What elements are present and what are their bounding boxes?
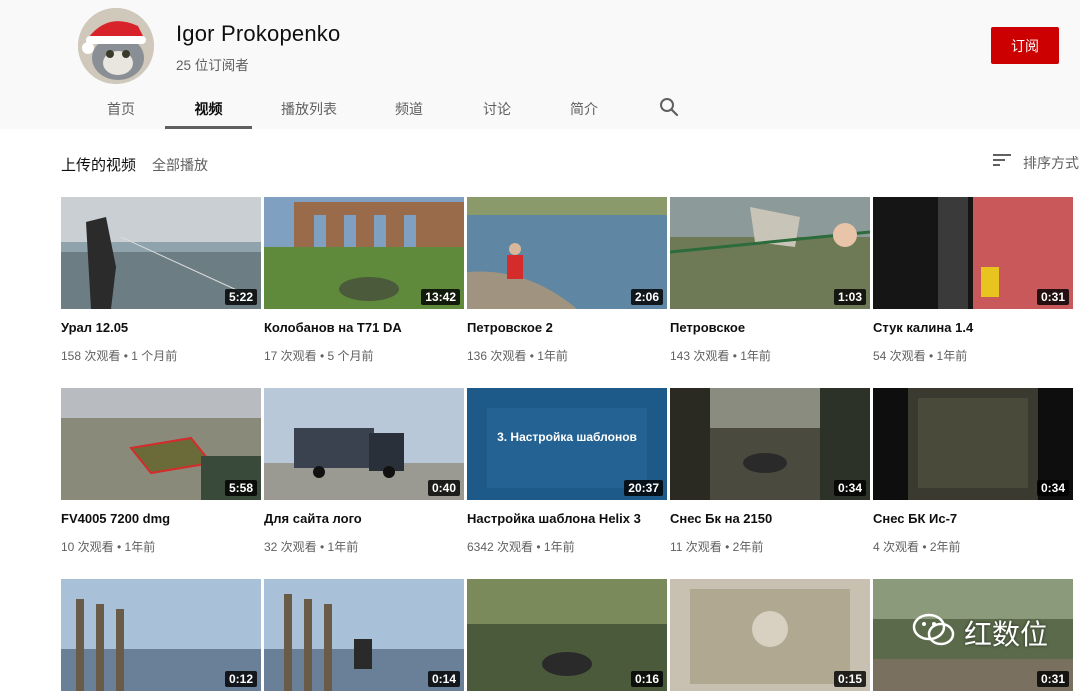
sort-icon bbox=[993, 152, 1013, 173]
video-title[interactable]: FV4005 7200 dmg bbox=[61, 511, 261, 526]
video-card[interactable]: 5:58 FV4005 7200 dmg 10 次观看 • 1年前 bbox=[61, 388, 261, 555]
video-title[interactable]: Для сайта лого bbox=[264, 511, 464, 526]
channel-avatar[interactable] bbox=[78, 8, 154, 84]
channel-header: Igor Prokopenko 25 位订阅者 订阅 首页 视频 播放列表 频道… bbox=[0, 0, 1080, 129]
video-card[interactable]: 0:14 bbox=[264, 579, 464, 691]
video-duration: 5:58 bbox=[224, 480, 257, 496]
video-card[interactable]: 0:34 Снес БК Ис-7 4 次观看 • 2年前 bbox=[873, 388, 1073, 555]
video-thumbnail[interactable]: 0:31 bbox=[873, 197, 1073, 309]
video-duration: 0:15 bbox=[833, 671, 866, 687]
video-card[interactable]: 2:06 Петровское 2 136 次观看 • 1年前 bbox=[467, 197, 667, 364]
video-title[interactable]: Петровское bbox=[670, 320, 870, 335]
video-thumbnail[interactable]: 0:34 bbox=[670, 388, 870, 500]
play-all-link[interactable]: 全部播放 bbox=[152, 155, 208, 175]
channel-name: Igor Prokopenko bbox=[176, 21, 341, 46]
video-card[interactable]: 13:42 Колобанов на Т71 DA 17 次观看 • 5 个月前 bbox=[264, 197, 464, 364]
video-title[interactable]: Стук калина 1.4 bbox=[873, 320, 1073, 335]
video-meta: 136 次观看 • 1年前 bbox=[467, 349, 568, 363]
video-card[interactable]: 0:16 bbox=[467, 579, 667, 691]
video-thumbnail[interactable]: 13:42 bbox=[264, 197, 464, 309]
thumbnail-caption: 3. Настройка шаблонов bbox=[497, 430, 637, 444]
video-meta: 10 次观看 • 1年前 bbox=[61, 540, 156, 554]
video-title[interactable]: Колобанов на Т71 DA bbox=[264, 320, 464, 335]
video-thumbnail[interactable]: 0:34 bbox=[873, 388, 1073, 500]
video-meta: 54 次观看 • 1年前 bbox=[873, 349, 968, 363]
video-duration: 20:37 bbox=[624, 480, 663, 496]
video-thumbnail[interactable]: 2:06 bbox=[467, 197, 667, 309]
video-duration: 0:34 bbox=[833, 480, 866, 496]
video-duration: 0:16 bbox=[630, 671, 663, 687]
video-duration: 0:40 bbox=[427, 480, 460, 496]
video-meta: 4 次观看 • 2年前 bbox=[873, 540, 961, 554]
video-thumbnail[interactable]: 3. Настройка шаблонов 20:37 bbox=[467, 388, 667, 500]
video-card[interactable]: 0:31 Стук калина 1.4 54 次观看 • 1年前 bbox=[873, 197, 1073, 364]
video-thumbnail[interactable]: 0:16 bbox=[467, 579, 667, 691]
tab-discussion[interactable]: 讨论 bbox=[476, 88, 518, 129]
video-title[interactable]: Снес БК Ис-7 bbox=[873, 511, 1073, 526]
subscriber-count: 25 位订阅者 bbox=[176, 58, 249, 73]
video-duration: 5:22 bbox=[224, 289, 257, 305]
channel-tabs: 首页 视频 播放列表 频道 讨论 简介 bbox=[0, 88, 1080, 129]
video-meta: 158 次观看 • 1 个月前 bbox=[61, 349, 178, 363]
video-meta: 17 次观看 • 5 个月前 bbox=[264, 349, 374, 363]
video-thumbnail[interactable]: 0:14 bbox=[264, 579, 464, 691]
subscribe-button[interactable]: 订阅 bbox=[991, 27, 1059, 64]
video-duration: 0:12 bbox=[224, 671, 257, 687]
tab-about[interactable]: 简介 bbox=[563, 88, 605, 129]
tab-playlists[interactable]: 播放列表 bbox=[276, 88, 342, 129]
video-duration: 0:34 bbox=[1036, 480, 1069, 496]
sort-button[interactable]: 排序方式 bbox=[993, 152, 1079, 173]
wechat-icon bbox=[912, 612, 956, 653]
video-duration: 13:42 bbox=[421, 289, 460, 305]
video-thumbnail[interactable]: 0:40 bbox=[264, 388, 464, 500]
video-meta: 143 次观看 • 1年前 bbox=[670, 349, 771, 363]
video-thumbnail[interactable]: 5:58 bbox=[61, 388, 261, 500]
video-card[interactable]: 3. Настройка шаблонов 20:37 Настройка ша… bbox=[467, 388, 667, 555]
video-title[interactable]: Урал 12.05 bbox=[61, 320, 261, 335]
video-meta: 11 次观看 • 2年前 bbox=[670, 540, 764, 554]
video-duration: 0:31 bbox=[1036, 671, 1069, 687]
video-duration: 0:31 bbox=[1036, 289, 1069, 305]
watermark-text: 红数位 bbox=[964, 618, 1049, 650]
video-card[interactable]: 0:34 Снес Бк на 2150 11 次观看 • 2年前 bbox=[670, 388, 870, 555]
video-card[interactable]: 1:03 Петровское 143 次观看 • 1年前 bbox=[670, 197, 870, 364]
tab-home[interactable]: 首页 bbox=[100, 88, 142, 129]
search-icon[interactable] bbox=[657, 95, 681, 119]
video-meta: 6342 次观看 • 1年前 bbox=[467, 540, 575, 554]
watermark: 红数位 bbox=[912, 612, 1048, 653]
tab-channels[interactable]: 频道 bbox=[388, 88, 430, 129]
sort-label: 排序方式 bbox=[1023, 154, 1079, 171]
video-card[interactable]: 5:22 Урал 12.05 158 次观看 • 1 个月前 bbox=[61, 197, 261, 364]
video-thumbnail[interactable]: 0:12 bbox=[61, 579, 261, 691]
section-title: 上传的视频 bbox=[61, 157, 137, 174]
video-thumbnail[interactable]: 0:15 bbox=[670, 579, 870, 691]
tab-videos[interactable]: 视频 bbox=[165, 88, 252, 129]
video-title[interactable]: Петровское 2 bbox=[467, 320, 667, 335]
video-thumbnail[interactable]: 5:22 bbox=[61, 197, 261, 309]
video-card[interactable]: 0:12 bbox=[61, 579, 261, 691]
video-card[interactable]: 0:40 Для сайта лого 32 次观看 • 1年前 bbox=[264, 388, 464, 555]
video-title[interactable]: Настройка шаблона Helix 3 bbox=[467, 511, 667, 526]
video-thumbnail[interactable]: 1:03 bbox=[670, 197, 870, 309]
video-title[interactable]: Снес Бк на 2150 bbox=[670, 511, 870, 526]
video-card[interactable]: 0:15 bbox=[670, 579, 870, 691]
video-duration: 0:14 bbox=[427, 671, 460, 687]
video-meta: 32 次观看 • 1年前 bbox=[264, 540, 359, 554]
video-duration: 1:03 bbox=[833, 289, 866, 305]
video-duration: 2:06 bbox=[630, 289, 663, 305]
